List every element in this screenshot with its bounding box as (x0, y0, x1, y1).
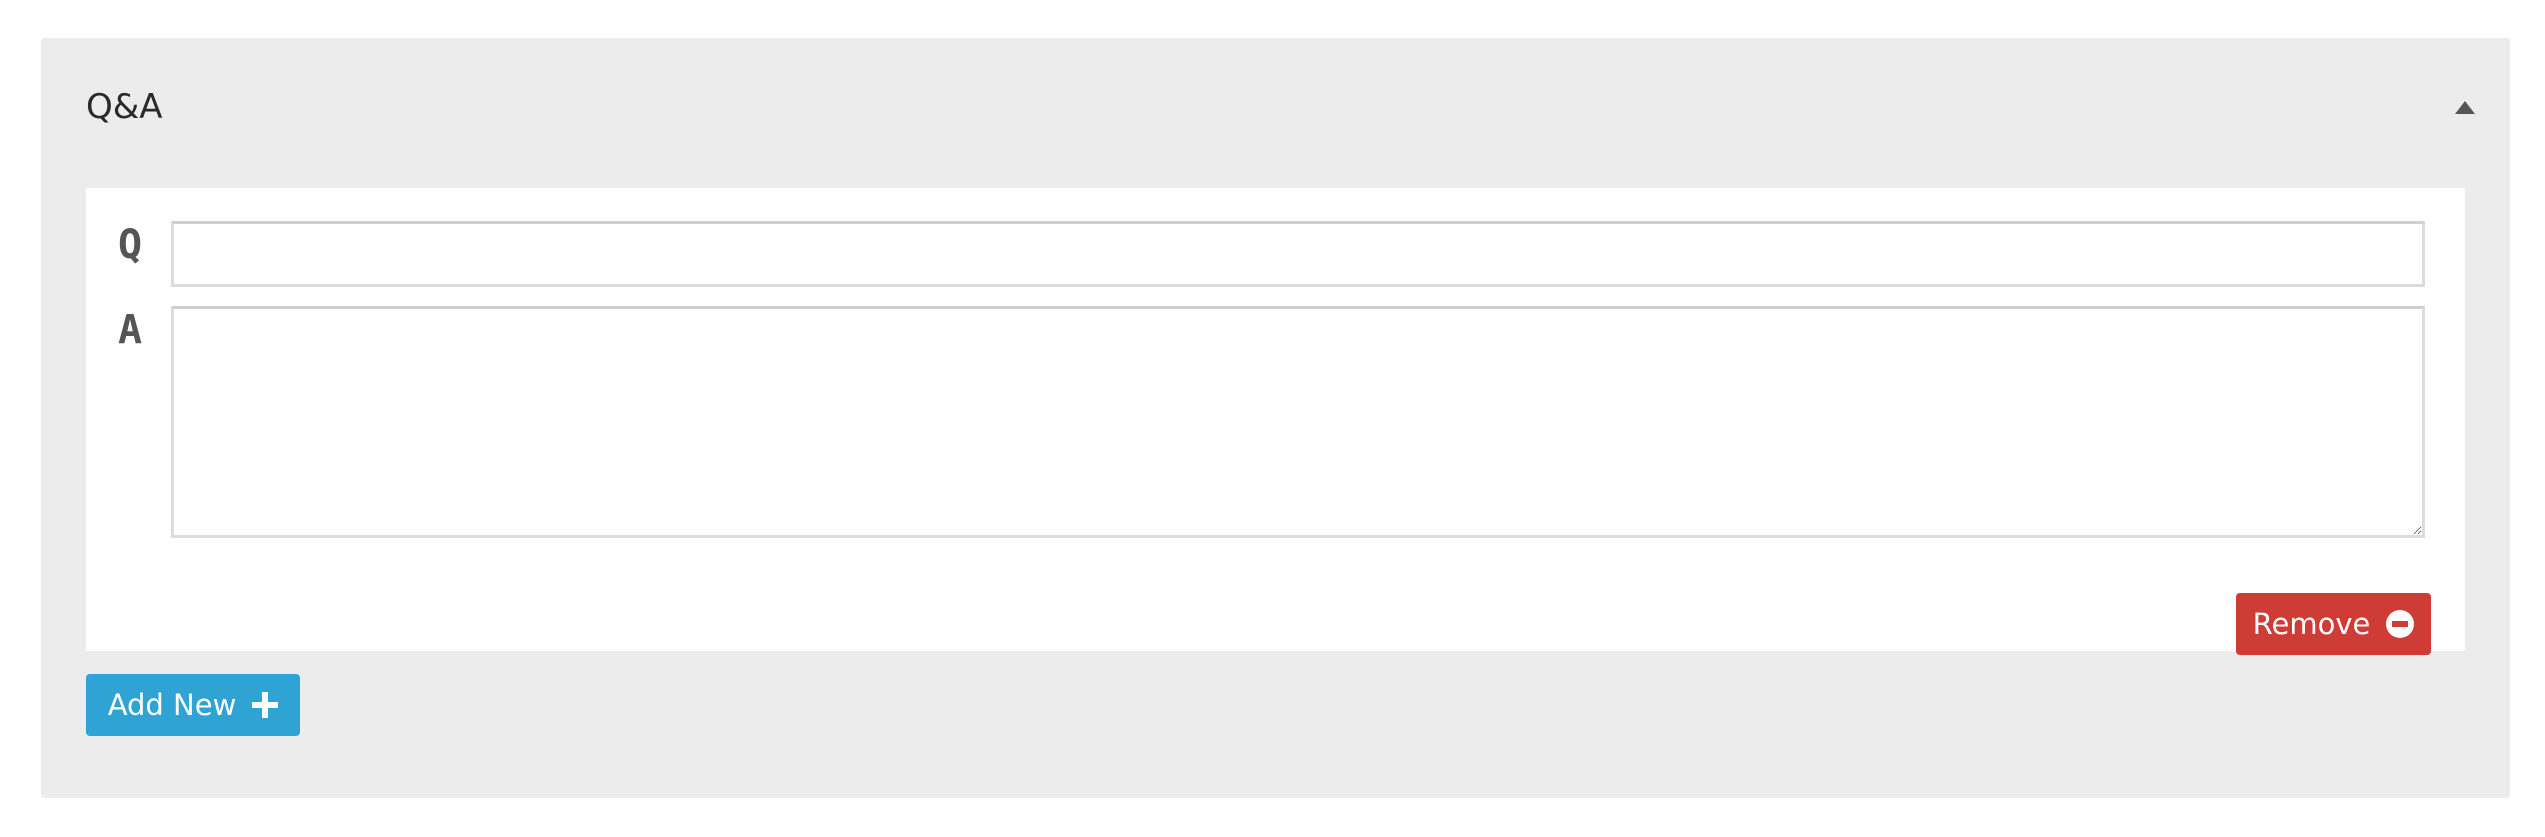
qa-item: Q A Remove (86, 188, 2465, 655)
answer-textarea[interactable] (171, 306, 2425, 538)
plus-icon (252, 692, 279, 718)
panel-title: Q&A (86, 87, 163, 127)
remove-button-label: Remove (2252, 607, 2371, 641)
remove-button[interactable]: Remove (2236, 593, 2431, 655)
qa-panel: Q&A Q A Remove Add New (41, 38, 2510, 798)
question-input[interactable] (171, 221, 2425, 287)
question-label: Q (118, 222, 143, 268)
add-new-button-label: Add New (107, 688, 237, 722)
minus-circle-icon (2386, 610, 2415, 638)
caret-up-icon[interactable] (2455, 101, 2475, 114)
panel-header[interactable]: Q&A (41, 38, 2510, 188)
answer-label: A (118, 307, 143, 353)
add-new-button[interactable]: Add New (86, 674, 300, 736)
